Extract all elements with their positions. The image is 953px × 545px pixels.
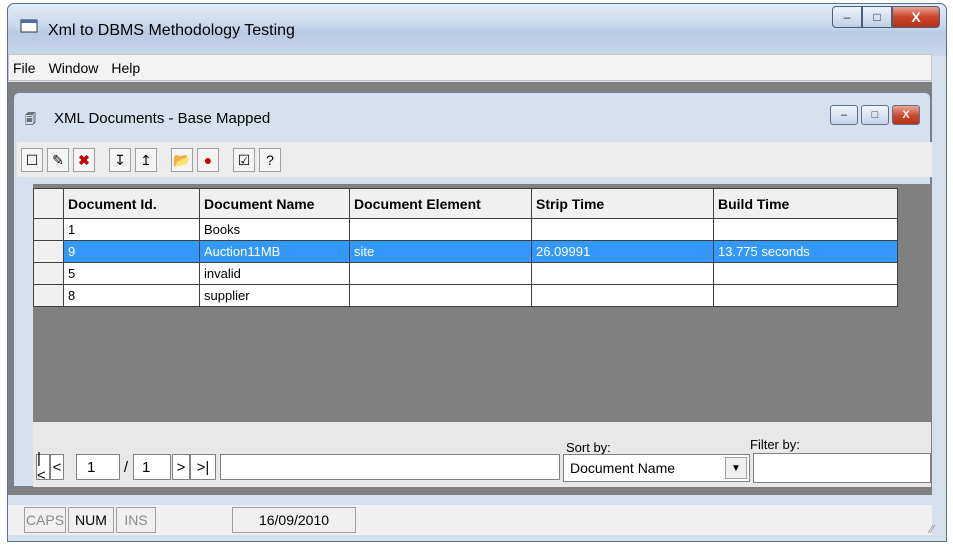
child-title-bar[interactable]: 🗐 XML Documents - Base Mapped – □ X [14,93,930,139]
cell[interactable] [713,284,898,307]
column-header[interactable]: Build Time [713,188,898,219]
menu-bar: File Window Help [8,54,932,81]
cell[interactable] [349,218,532,241]
toolbar: ☐ ✎ ✖ ↧ ↥ 📂 ● ☑ ? [17,142,932,177]
cell[interactable]: 5 [63,262,200,285]
cell[interactable]: 26.09991 [531,240,714,263]
row-selector[interactable] [33,240,64,263]
child-minimize-button[interactable]: – [830,105,858,125]
cell[interactable] [713,262,898,285]
cell[interactable] [531,218,714,241]
documents-grid[interactable]: Document Id. Document Name Document Elem… [33,188,898,307]
record-status-field [220,454,560,480]
cell[interactable]: 9 [63,240,200,263]
child-maximize-button[interactable]: □ [861,105,889,125]
search-icon[interactable]: ● [197,147,219,172]
page-total: 1 [133,454,171,480]
row-selector[interactable] [33,218,64,241]
table-row[interactable]: 9 Auction11MB site 26.09991 13.775 secon… [33,240,898,263]
column-header[interactable]: Strip Time [531,188,714,219]
delete-icon[interactable]: ✖ [73,147,95,172]
filter-input[interactable] [753,453,931,483]
filter-by-label: Filter by: [750,437,800,452]
cell[interactable]: site [349,240,532,263]
menu-file[interactable]: File [9,60,45,76]
row-selector[interactable] [33,284,64,307]
sort-by-select[interactable]: Document Name ▼ [563,454,750,482]
close-button[interactable]: X [892,6,940,28]
page-separator: / [123,458,129,476]
new-icon[interactable]: ☐ [21,147,43,172]
cell[interactable] [713,218,898,241]
child-window-title: XML Documents - Base Mapped [54,110,271,127]
cell[interactable] [349,284,532,307]
help-icon[interactable]: ? [259,147,281,172]
check-icon[interactable]: ☑ [233,147,255,172]
status-caps: CAPS [24,507,66,533]
cell[interactable]: 1 [63,218,200,241]
child-close-button[interactable]: X [892,105,920,125]
column-header[interactable]: Document Element [349,188,532,219]
table-row[interactable]: 5 invalid [33,262,898,285]
cell[interactable]: 8 [63,284,200,307]
next-page-button[interactable]: > [172,454,190,480]
title-bar[interactable]: Xml to DBMS Methodology Testing – □ X [8,4,946,56]
cell[interactable]: supplier [199,284,350,307]
row-selector[interactable] [33,262,64,285]
resize-grip-icon[interactable]: ∕∕ [930,522,934,536]
status-num: NUM [68,507,114,533]
cell[interactable] [349,262,532,285]
document-icon: 🗐 [25,114,36,126]
app-icon [20,19,38,33]
status-date: 16/09/2010 [232,507,356,533]
cell[interactable] [531,262,714,285]
minimize-button[interactable]: – [832,6,862,28]
cell[interactable]: 13.775 seconds [713,240,898,263]
table-row[interactable]: 1 Books [33,218,898,241]
sort-by-value: Document Name [570,460,676,476]
edit-icon[interactable]: ✎ [47,147,69,172]
menu-window[interactable]: Window [45,60,108,76]
first-page-button[interactable]: |< [36,450,50,484]
menu-help[interactable]: Help [107,60,149,76]
cell[interactable]: Auction11MB [199,240,350,263]
open-folder-icon[interactable]: 📂 [171,147,193,172]
status-ins: INS [116,507,156,533]
column-header[interactable]: Document Name [199,188,350,219]
chevron-down-icon[interactable]: ▼ [725,457,747,479]
prev-page-button[interactable]: < [50,454,64,480]
sort-by-label: Sort by: [566,440,611,455]
window-title: Xml to DBMS Methodology Testing [48,22,295,39]
page-number-input[interactable]: 1 [76,454,120,480]
export-icon[interactable]: ↥ [135,147,157,172]
import-icon[interactable]: ↧ [109,147,131,172]
column-header[interactable]: Document Id. [63,188,200,219]
last-page-button[interactable]: >| [190,454,216,480]
cell[interactable]: Books [199,218,350,241]
row-header-corner [33,188,64,219]
cell[interactable] [531,284,714,307]
maximize-button[interactable]: □ [862,6,892,28]
cell[interactable]: invalid [199,262,350,285]
table-row[interactable]: 8 supplier [33,284,898,307]
